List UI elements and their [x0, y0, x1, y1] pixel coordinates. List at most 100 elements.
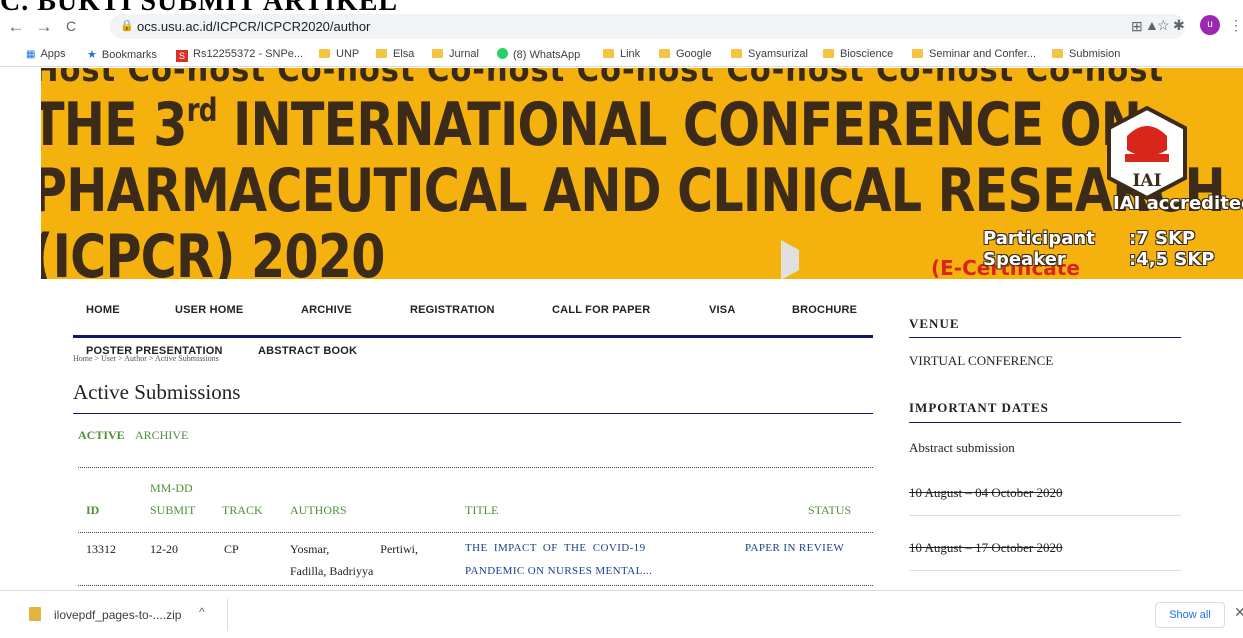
conference-banner: Host Co-host Co-host Co-host Co-host Co-…	[41, 68, 1243, 279]
folder-icon	[912, 49, 923, 58]
download-filename[interactable]: ilovepdf_pages-to-....zip	[54, 608, 181, 622]
header-title[interactable]: TITLE	[465, 503, 498, 518]
date-range-2: 10 August – 17 October 2020	[909, 540, 1063, 555]
header-track[interactable]: TRACK	[222, 503, 263, 518]
header-status[interactable]: STATUS	[808, 503, 851, 518]
abstract-submission-label: Abstract submission	[909, 440, 1015, 455]
banner-title-line-2: PHARMACEUTICAL AND CLINICAL RESEARCH	[41, 156, 1226, 226]
bookmark-whatsapp[interactable]: (8) WhatsApp	[497, 48, 580, 61]
bookmark-apps[interactable]: ▦ Apps	[26, 48, 66, 60]
header-submit-date: MM-DD	[150, 481, 193, 495]
row-submit: 12-20	[150, 542, 178, 556]
nav-registration[interactable]: REGISTRATION	[410, 304, 495, 316]
browser-toolbar: ← → C 🔒 ocs.usu.ac.id/ICPCR/ICPCR2020/au…	[0, 12, 1243, 42]
bookmark-star-icon[interactable]: ☆	[1157, 17, 1170, 34]
dates-rule	[909, 422, 1181, 423]
date-range-1: 10 August – 04 October 2020	[909, 485, 1063, 500]
tab-active[interactable]: ACTIVE	[78, 428, 125, 443]
folder-icon	[319, 49, 330, 58]
address-bar[interactable]: 🔒 ocs.usu.ac.id/ICPCR/ICPCR2020/author ⊞…	[110, 14, 1185, 39]
translate-icon[interactable]: ⊞	[1131, 18, 1143, 35]
row-status-link[interactable]: PAPER IN REVIEW	[745, 542, 844, 554]
extensions-icon[interactable]: ✱	[1173, 17, 1185, 34]
banner-participant-label: Participant	[983, 228, 1095, 249]
zip-file-icon	[29, 607, 41, 621]
folder-icon	[659, 49, 670, 58]
back-icon[interactable]: ←	[6, 17, 26, 37]
bookmark-elsa[interactable]: Elsa	[376, 48, 414, 60]
folder-icon	[1052, 49, 1063, 58]
folder-icon	[603, 49, 614, 58]
bookmark-seminar[interactable]: Seminar and Confer...	[912, 48, 1036, 60]
nav-archive[interactable]: ARCHIVE	[301, 304, 352, 316]
title-divider	[73, 413, 873, 414]
download-divider	[227, 599, 228, 631]
banner-title-line-3: (ICPCR) 2020	[41, 222, 385, 279]
bookmark-syamsurizal[interactable]: Syamsurizal	[731, 48, 808, 60]
forward-icon[interactable]: →	[34, 17, 54, 37]
folder-icon	[432, 49, 443, 58]
bookmark-jurnal[interactable]: Jurnal	[432, 48, 479, 60]
iai-logo: IAI	[1107, 106, 1187, 200]
date-divider-2	[909, 570, 1181, 571]
nav-underline	[73, 335, 873, 338]
bookmark-unp[interactable]: UNP	[319, 48, 359, 60]
bookmark-submision[interactable]: Submision	[1052, 48, 1120, 60]
row-title-link[interactable]: THE IMPACT OF THE COVID-19	[465, 542, 645, 554]
lock-icon: 🔒	[120, 20, 134, 32]
venue-rule	[909, 337, 1181, 338]
chevron-up-icon[interactable]: ^	[199, 605, 205, 619]
breadcrumb[interactable]: Home > User > Author > Active Submission…	[73, 354, 219, 363]
folder-icon	[823, 49, 834, 58]
banner-accredited: IAI accredited	[1113, 193, 1243, 214]
banner-participant-value: :7 SKP	[1129, 228, 1196, 249]
s-icon: S	[176, 50, 188, 62]
bookmark-link[interactable]: Link	[603, 48, 640, 60]
whatsapp-icon	[497, 48, 508, 59]
venue-heading: VENUE	[909, 316, 960, 331]
bookmarks-bar: ▦ Apps ★ Bookmarks S Rs12255372 - SNPe... U…	[0, 42, 1243, 67]
nav-brochure[interactable]: BROCHURE	[792, 304, 857, 316]
reload-icon[interactable]: C	[61, 18, 81, 34]
nav-call-for-paper[interactable]: CALL FOR PAPER	[552, 304, 650, 316]
drive-icon[interactable]: ▲	[1145, 17, 1159, 33]
page-cut-heading: C. BUKTI SUBMIT ARTIKEL	[0, 0, 399, 17]
avatar[interactable]: u	[1200, 15, 1220, 35]
table-row-rule	[78, 585, 873, 586]
venue-text: VIRTUAL CONFERENCE	[909, 353, 1054, 368]
banner-host-row: Host Co-host Co-host Co-host Co-host Co-…	[41, 68, 1164, 90]
nav-abstract-book[interactable]: ABSTRACT BOOK	[258, 345, 357, 357]
folder-icon	[376, 49, 387, 58]
dates-heading: IMPORTANT DATES	[909, 400, 1049, 415]
bookmark-bioscience[interactable]: Bioscience	[823, 48, 893, 60]
download-bar: ilovepdf_pages-to-....zip ^ Show all ✕	[0, 590, 1243, 638]
show-all-button[interactable]: Show all	[1155, 602, 1225, 628]
header-id[interactable]: ID	[86, 503, 99, 518]
row-title-link-2[interactable]: PANDEMIC ON NURSES MENTAL...	[465, 565, 652, 577]
apps-icon: ▦	[26, 49, 36, 60]
folder-icon	[731, 49, 742, 58]
header-submit[interactable]: SUBMIT	[150, 503, 195, 518]
table-top-rule	[78, 467, 873, 468]
row-id: 13312	[86, 542, 116, 556]
star-icon: ★	[87, 49, 97, 61]
table-header-rule	[78, 532, 873, 533]
bookmark-snpe[interactable]: S Rs12255372 - SNPe...	[176, 48, 303, 62]
banner-title-line-1: THE 3rd INTERNATIONAL CONFERENCE ON	[41, 90, 1142, 160]
header-authors[interactable]: AUTHORS	[290, 503, 347, 518]
banner-speaker-label: Speaker	[983, 249, 1066, 270]
megaphone-icon	[781, 240, 821, 279]
nav-user-home[interactable]: USER HOME	[175, 304, 243, 316]
bookmark-bookmarks[interactable]: ★ Bookmarks	[87, 48, 157, 61]
nav-home[interactable]: HOME	[86, 304, 120, 316]
date-divider-1	[909, 515, 1181, 516]
row-authors: Yosmar, Pertiwi,	[290, 542, 418, 556]
nav-visa[interactable]: VISA	[709, 304, 735, 316]
url-text[interactable]: ocs.usu.ac.id/ICPCR/ICPCR2020/author	[137, 19, 370, 34]
bookmark-google[interactable]: Google	[659, 48, 711, 60]
tab-archive[interactable]: ARCHIVE	[135, 428, 188, 443]
close-icon[interactable]: ✕	[1234, 604, 1243, 621]
iai-logo-text: IAI	[1132, 171, 1161, 191]
row-track: CP	[224, 542, 239, 556]
menu-icon[interactable]: ⋮	[1229, 17, 1243, 34]
